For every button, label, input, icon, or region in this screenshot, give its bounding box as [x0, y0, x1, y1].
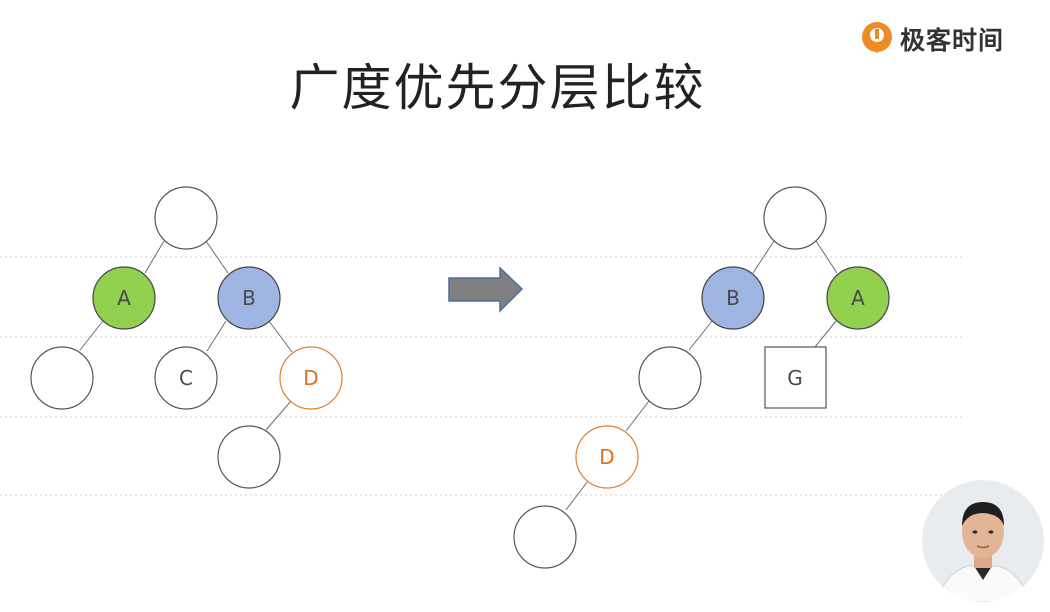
- left-node-d-label: D: [303, 366, 318, 390]
- right-node-g: G: [764, 346, 827, 409]
- right-node-d-child: [513, 505, 577, 569]
- right-node-b: B: [701, 266, 765, 330]
- left-node-b: B: [217, 266, 281, 330]
- right-node-b-label: B: [726, 286, 740, 310]
- left-node-b-label: B: [242, 286, 256, 310]
- left-node-d-child: [217, 425, 281, 489]
- slide: 极客时间 广度优先分层比较 A B C D B A G D: [0, 0, 1050, 612]
- presenter-video: [922, 480, 1044, 602]
- left-root-node: [154, 186, 218, 250]
- left-node-c-label: C: [179, 366, 193, 390]
- right-tree: B A G D: [513, 186, 890, 569]
- right-node-g-label: G: [787, 366, 803, 390]
- right-node-a: A: [826, 266, 890, 330]
- right-node-b-child: [638, 346, 702, 410]
- right-node-a-label: A: [851, 286, 865, 310]
- left-node-c: C: [154, 346, 218, 410]
- left-node-d: D: [279, 346, 343, 410]
- bfs-level-diagram: A B C D B A G D: [0, 186, 962, 569]
- left-node-a-child: [30, 346, 94, 410]
- right-node-d-label: D: [599, 445, 614, 469]
- right-arrow-icon: [448, 266, 524, 313]
- presenter-video-icon: [922, 480, 1044, 602]
- left-node-a-label: A: [117, 286, 131, 310]
- right-root-node: [763, 186, 827, 250]
- right-node-d: D: [575, 425, 639, 489]
- left-node-a: A: [92, 266, 156, 330]
